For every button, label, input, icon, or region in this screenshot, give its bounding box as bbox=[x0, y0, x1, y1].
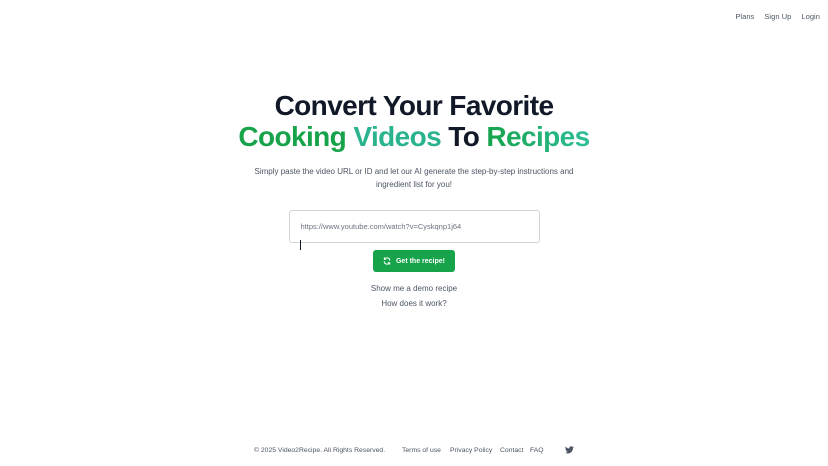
footer: © 2025 Video2Recipe. All Rights Reserved… bbox=[0, 446, 828, 459]
get-recipe-label: Get the recipe! bbox=[395, 257, 445, 265]
nav-plans-link[interactable]: Plans bbox=[735, 12, 754, 21]
nav-login-link[interactable]: Login bbox=[801, 12, 820, 21]
text-caret bbox=[299, 240, 301, 250]
footer-faq-link[interactable]: FAQ bbox=[530, 447, 544, 454]
url-input-wrapper bbox=[288, 210, 540, 250]
title-line-2: Cooking Videos To Recipes bbox=[0, 121, 828, 152]
hero: Convert Your Favorite Cooking Videos To … bbox=[0, 90, 828, 308]
page: Plans Sign Up Login Convert Your Favorit… bbox=[0, 0, 828, 466]
demo-recipe-link[interactable]: Show me a demo recipe bbox=[0, 284, 828, 293]
title-word-cooking: Cooking bbox=[238, 121, 347, 152]
twitter-icon[interactable] bbox=[565, 446, 575, 455]
top-nav: Plans Sign Up Login bbox=[735, 12, 820, 21]
refresh-icon bbox=[383, 257, 391, 265]
title-word-to: To bbox=[448, 121, 480, 152]
copyright-text: © 2025 Video2Recipe. All Rights Reserved… bbox=[254, 447, 386, 454]
page-title: Convert Your Favorite Cooking Videos To … bbox=[0, 90, 828, 152]
video-url-input[interactable] bbox=[288, 210, 540, 243]
footer-privacy-link[interactable]: Privacy Policy bbox=[450, 447, 492, 454]
how-it-works-link[interactable]: How does it work? bbox=[0, 299, 828, 308]
footer-terms-link[interactable]: Terms of use bbox=[402, 447, 441, 454]
title-word-videos: Videos bbox=[353, 121, 442, 152]
get-recipe-button[interactable]: Get the recipe! bbox=[372, 250, 455, 272]
footer-contact-link[interactable]: Contact bbox=[500, 447, 523, 454]
hero-subtitle: Simply paste the video URL or ID and let… bbox=[254, 167, 574, 189]
title-line-1: Convert Your Favorite bbox=[274, 90, 554, 121]
title-word-recipes: Recipes bbox=[486, 121, 590, 152]
nav-signup-link[interactable]: Sign Up bbox=[764, 12, 791, 21]
